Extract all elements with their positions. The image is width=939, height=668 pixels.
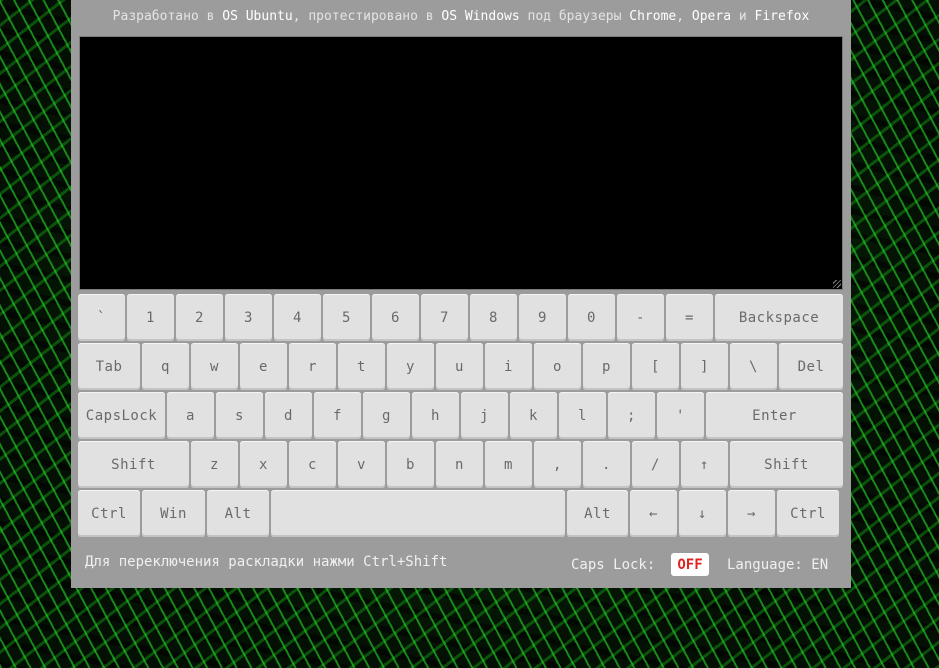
key-7[interactable]: 7 (421, 294, 468, 341)
virtual-keyboard-panel: Разработано в OS Ubuntu, протестировано … (71, 0, 851, 588)
header-browser-opera: Opera (691, 9, 732, 24)
key-x[interactable]: x (240, 441, 287, 488)
key-4[interactable]: 4 (274, 294, 321, 341)
keyboard-row-5: Ctrl Win Alt Alt ← ↓ → Ctrl (78, 490, 839, 537)
key-3[interactable]: 3 (225, 294, 272, 341)
key-l[interactable]: l (559, 392, 606, 439)
header-os-ubuntu: OS Ubuntu (222, 9, 293, 24)
key-arrow-down-icon[interactable]: ↓ (679, 490, 726, 537)
key-a[interactable]: a (167, 392, 214, 439)
caps-lock-status-badge: OFF (671, 553, 709, 576)
key-c[interactable]: c (289, 441, 336, 488)
language-indicator: Language: EN (727, 557, 829, 573)
key-6[interactable]: 6 (372, 294, 419, 341)
key-b[interactable]: b (387, 441, 434, 488)
key-enter[interactable]: Enter (706, 392, 843, 439)
key-arrow-right-icon[interactable]: → (728, 490, 775, 537)
key-alt-left[interactable]: Alt (207, 490, 269, 537)
keyboard-row-2: Tab q w e r t y u i o p [ ] \ Del (78, 343, 843, 390)
keyboard-row-1: ` 1 2 3 4 5 6 7 8 9 0 - = Backspace (78, 294, 843, 341)
header-text-3: под браузеры (519, 9, 630, 24)
key-w[interactable]: w (191, 343, 238, 390)
header-text-5: и (731, 9, 755, 24)
key-v[interactable]: v (338, 441, 385, 488)
key-alt-right[interactable]: Alt (567, 490, 628, 537)
header-text-1: Разработано в (112, 9, 223, 24)
key-backquote[interactable]: ` (78, 294, 125, 341)
key-bracket-left[interactable]: [ (632, 343, 679, 390)
keyboard-row-3: CapsLock a s d f g h j k l ; ' Enter (78, 392, 843, 439)
key-backspace[interactable]: Backspace (715, 294, 843, 341)
key-1[interactable]: 1 (127, 294, 174, 341)
key-bracket-right[interactable]: ] (681, 343, 728, 390)
key-period[interactable]: . (583, 441, 630, 488)
key-9[interactable]: 9 (519, 294, 566, 341)
resize-grip-icon[interactable] (833, 280, 841, 288)
key-u[interactable]: u (436, 343, 483, 390)
key-q[interactable]: q (142, 343, 189, 390)
key-slash[interactable]: / (632, 441, 679, 488)
key-arrow-left-icon[interactable]: ← (630, 490, 677, 537)
key-minus[interactable]: - (617, 294, 664, 341)
key-n[interactable]: n (436, 441, 483, 488)
key-i[interactable]: i (485, 343, 532, 390)
key-8[interactable]: 8 (470, 294, 517, 341)
key-s[interactable]: s (216, 392, 263, 439)
key-shift-left[interactable]: Shift (78, 441, 189, 488)
header-os-windows: OS Windows (441, 9, 520, 24)
text-output-area[interactable] (79, 36, 843, 290)
key-h[interactable]: h (412, 392, 459, 439)
key-backslash[interactable]: \ (730, 343, 777, 390)
key-5[interactable]: 5 (323, 294, 370, 341)
key-f[interactable]: f (314, 392, 361, 439)
key-t[interactable]: t (338, 343, 385, 390)
header-text-4: , (676, 9, 692, 24)
caps-lock-label: Caps Lock: (571, 557, 656, 573)
key-m[interactable]: m (485, 441, 532, 488)
key-comma[interactable]: , (534, 441, 581, 488)
key-equals[interactable]: = (666, 294, 713, 341)
key-p[interactable]: p (583, 343, 630, 390)
key-j[interactable]: j (461, 392, 508, 439)
key-tab[interactable]: Tab (78, 343, 140, 390)
key-ctrl-left[interactable]: Ctrl (78, 490, 140, 537)
header-browser-firefox: Firefox (754, 9, 810, 24)
key-ctrl-right[interactable]: Ctrl (777, 490, 839, 537)
layout-switch-hint: Для переключения раскладки нажми Ctrl+Sh… (85, 554, 448, 570)
header-browser-chrome: Chrome (629, 9, 677, 24)
key-capslock[interactable]: CapsLock (78, 392, 165, 439)
key-o[interactable]: o (534, 343, 581, 390)
key-k[interactable]: k (510, 392, 557, 439)
key-delete[interactable]: Del (779, 343, 843, 390)
key-g[interactable]: g (363, 392, 410, 439)
key-z[interactable]: z (191, 441, 238, 488)
status-footer: Для переключения раскладки нажми Ctrl+Sh… (71, 540, 851, 588)
key-r[interactable]: r (289, 343, 336, 390)
key-win[interactable]: Win (142, 490, 205, 537)
header-text-2: , протестировано в (292, 9, 442, 24)
key-2[interactable]: 2 (176, 294, 223, 341)
key-arrow-up-icon[interactable]: ↑ (681, 441, 728, 488)
key-y[interactable]: y (387, 343, 434, 390)
key-d[interactable]: d (265, 392, 312, 439)
keyboard-row-4: Shift z x c v b n m , . / ↑ Shift (78, 441, 843, 488)
key-0[interactable]: 0 (568, 294, 615, 341)
key-shift-right[interactable]: Shift (730, 441, 843, 488)
key-e[interactable]: e (240, 343, 287, 390)
key-space[interactable] (271, 490, 565, 537)
header-info: Разработано в OS Ubuntu, протестировано … (71, 9, 851, 24)
key-semicolon[interactable]: ; (608, 392, 655, 439)
key-quote[interactable]: ' (657, 392, 704, 439)
